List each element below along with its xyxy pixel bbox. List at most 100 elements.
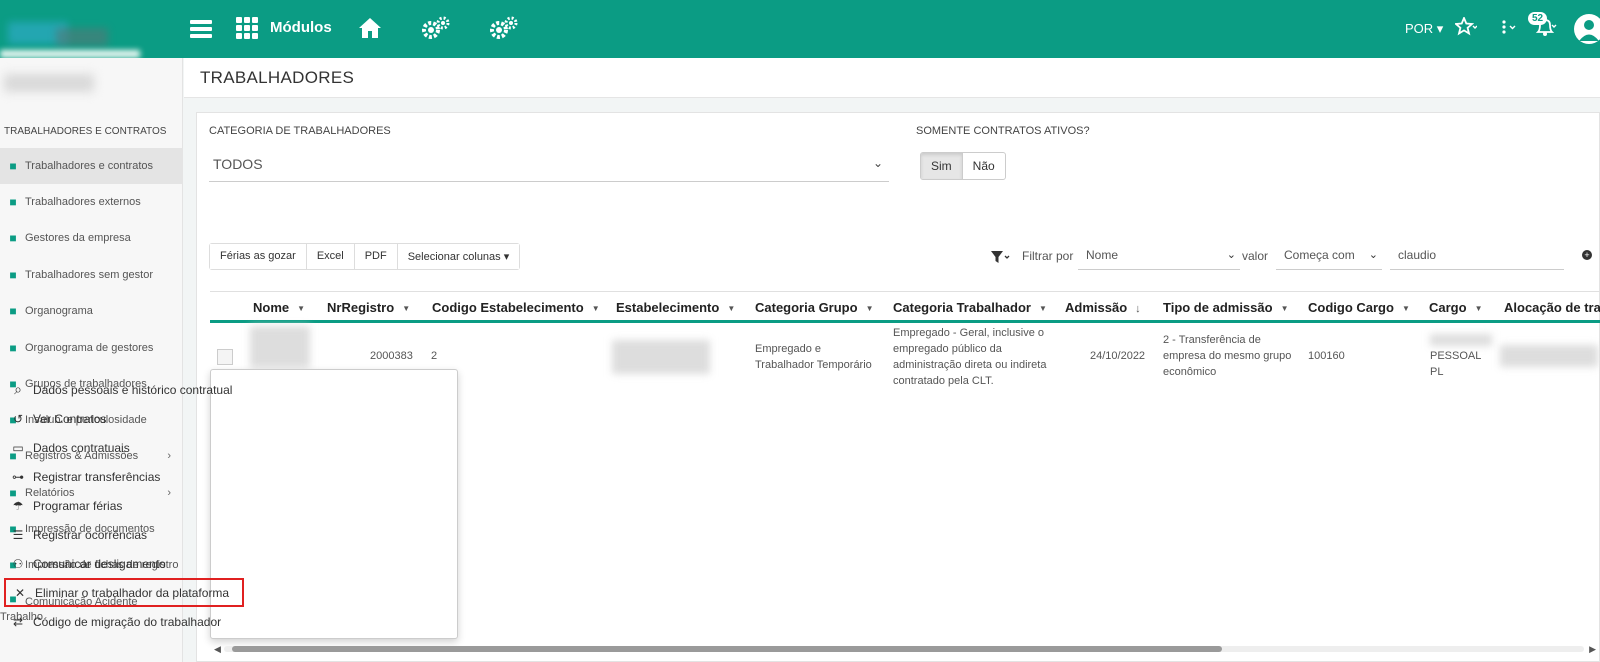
search-icon: ⌕ <box>14 381 22 397</box>
context-menu-item[interactable]: ⚇ Comunicar desligamento <box>0 549 248 578</box>
table-header: Nome ▼ NrRegistro ▼ Codigo Estabelecimento… <box>210 291 1600 323</box>
user-info-blurred <box>4 74 94 92</box>
row-action-toggle[interactable] <box>217 349 233 365</box>
col-categoria-grupo[interactable]: Categoria Grupo ▼ <box>755 300 874 315</box>
exchange-icon: ⇄ <box>12 614 24 629</box>
add-filter-icon[interactable]: + <box>1582 250 1592 260</box>
modules-grid-icon[interactable] <box>236 17 258 39</box>
col-categoria-trabalhador[interactable]: Categoria Trabalhador ▼ <box>893 300 1047 315</box>
advanced-settings-icon[interactable] <box>490 16 518 45</box>
list-icon: ☰ <box>12 527 24 542</box>
cell-tipo-admissao: 2 - Transferência de empresa do mesmo gru… <box>1163 334 1292 378</box>
context-menu-item-label: Registrar transferências <box>33 469 161 484</box>
filter-by-label: Filtrar por <box>1022 249 1074 263</box>
cell-nrregistro: 2000383 <box>370 350 413 362</box>
cell-categoria-grupo: Empregado e Trabalhador Temporário <box>755 343 872 371</box>
pdf-button[interactable]: PDF <box>354 244 398 269</box>
export-toolbar: Férias as gozar Excel PDF Selecionar col… <box>209 243 521 270</box>
context-menu-item-label: Código de migração do trabalhador <box>33 614 222 629</box>
sidebar-item-label: Gestores da empresa <box>25 232 131 244</box>
select-columns-button[interactable]: Selecionar colunas ▾ <box>397 244 520 269</box>
history-icon: ↺ <box>12 411 24 426</box>
col-tipo-admissao[interactable]: Tipo de admissão ▼ <box>1163 300 1289 315</box>
filter-field-select[interactable]: Nome ⌄ <box>1078 242 1240 270</box>
context-menu-item[interactable]: ☰ Registrar ocorrências <box>0 520 248 549</box>
home-icon[interactable] <box>358 17 382 44</box>
page-header: TRABALHADORES <box>184 58 1600 98</box>
context-menu-item[interactable]: ⊶ Registrar transferências <box>0 462 248 491</box>
alocacao-blurred <box>1500 345 1598 367</box>
value-label: valor <box>1242 249 1269 263</box>
more-options-icon[interactable] <box>1500 20 1518 41</box>
sidebar-item[interactable]: ■ Organograma de gestores <box>0 330 183 366</box>
umbrella-beach-icon: ☂ <box>12 498 24 513</box>
top-navbar: Módulos POR ▾ 52 <box>0 0 1600 58</box>
favorites-star-icon[interactable] <box>1453 15 1478 42</box>
active-yes-button[interactable]: Sim <box>921 153 963 179</box>
chevron-down-icon: ⌄ <box>1226 249 1236 261</box>
worker-name-blurred <box>250 326 310 368</box>
context-menu-item-label: Registrar ocorrências <box>33 527 148 542</box>
search-input[interactable]: claudio <box>1390 242 1564 270</box>
context-menu-item[interactable]: ↺ Ver Contratos <box>0 404 248 433</box>
notification-count-badge: 52 <box>1528 12 1548 25</box>
col-codigo-cargo[interactable]: Codigo Cargo ▼ <box>1308 300 1410 315</box>
user-avatar[interactable] <box>1574 14 1600 44</box>
col-cargo[interactable]: Cargo ▼ <box>1429 300 1482 315</box>
filter-operator-select[interactable]: Começa com ⌄ <box>1276 242 1382 270</box>
active-no-button[interactable]: Não <box>963 153 1005 179</box>
company-logo[interactable] <box>0 0 184 58</box>
context-menu-item[interactable]: ⇄ Código de migração do trabalhador <box>0 607 248 636</box>
context-menu-item[interactable]: ☂ Programar férias <box>0 491 248 520</box>
scrollbar-thumb[interactable] <box>232 646 1222 652</box>
chevron-down-icon: ⌄ <box>872 156 883 170</box>
cell-cargo: PESSOAL PL <box>1430 350 1482 378</box>
language-selector[interactable]: POR ▾ <box>1405 21 1443 37</box>
sidebar-item[interactable]: ■ Gestores da empresa <box>0 220 183 256</box>
category-select[interactable]: TODOS ⌄ <box>209 150 889 182</box>
context-menu-item-label: Comunicar desligamento <box>33 556 166 571</box>
id-badge-icon: ■ <box>9 159 17 173</box>
excel-button[interactable]: Excel <box>306 244 355 269</box>
id-card-icon: ▭ <box>12 440 24 455</box>
scroll-left-arrow-icon[interactable]: ◀ <box>214 644 221 655</box>
horizontal-scrollbar[interactable]: ◀ ▶ <box>212 644 1598 654</box>
scroll-right-arrow-icon[interactable]: ▶ <box>1589 644 1596 655</box>
sidebar-item-label: Trabalhadores sem gestor <box>25 269 153 281</box>
sitemap-icon: ■ <box>9 304 17 318</box>
close-icon: ✕ <box>14 585 26 600</box>
modules-button[interactable]: Módulos <box>270 19 332 36</box>
sidebar-item-label: Trabalhadores e contratos <box>25 160 153 172</box>
context-menu-item-label: Eliminar o trabalhador da plataforma <box>35 585 230 600</box>
col-admissao[interactable]: Admissão ↓ <box>1065 300 1141 315</box>
sidebar-item[interactable]: ■ Organograma <box>0 293 183 329</box>
col-codigo-estabelecimento[interactable]: Codigo Estabelecimento ▼ <box>432 300 600 315</box>
context-menu-item-label: Dados pessoais e histórico contratual <box>33 382 233 397</box>
cargo-blurred <box>1430 334 1492 346</box>
col-estabelecimento[interactable]: Estabelecimento ▼ <box>616 300 735 315</box>
active-contracts-toggle: Sim Não <box>920 152 1006 180</box>
context-menu-item[interactable]: ▭ Dados contratuais <box>0 433 248 462</box>
context-menu-item[interactable]: ✕ Eliminar o trabalhador da plataforma <box>4 578 244 607</box>
col-nome[interactable]: Nome ▼ <box>253 300 305 315</box>
establishment-blurred <box>612 340 710 374</box>
category-label: CATEGORIA DE TRABALHADORES <box>209 125 391 137</box>
filter-icon[interactable] <box>990 250 1012 267</box>
sidebar-item-label: Trabalhadores externos <box>25 196 141 208</box>
menu-icon[interactable] <box>190 20 212 41</box>
users-icon: ■ <box>9 231 17 245</box>
cell-admissao: 24/10/2022 <box>1090 350 1146 362</box>
col-alocacao[interactable]: Alocação de tra <box>1504 300 1600 315</box>
context-menu-item-label: Ver Contratos <box>33 411 107 426</box>
sidebar-item-label: Organograma de gestores <box>25 342 154 354</box>
sidebar-item[interactable]: ■ Trabalhadores e contratos <box>0 148 183 184</box>
context-menu-item[interactable]: ⌕ Dados pessoais e histórico contratual <box>0 375 248 404</box>
chevron-down-icon: ⌄ <box>1368 249 1378 261</box>
context-menu-item-label: Dados contratuais <box>33 440 130 455</box>
sidebar-item[interactable]: ■ Trabalhadores sem gestor <box>0 257 183 293</box>
settings-gears-icon[interactable] <box>422 16 450 45</box>
col-nrregistro[interactable]: NrRegistro ▼ <box>327 300 410 315</box>
ferias-button[interactable]: Férias as gozar <box>210 244 307 269</box>
id-badge-icon: ■ <box>9 195 17 209</box>
sidebar-item[interactable]: ■ Trabalhadores externos <box>0 184 183 220</box>
